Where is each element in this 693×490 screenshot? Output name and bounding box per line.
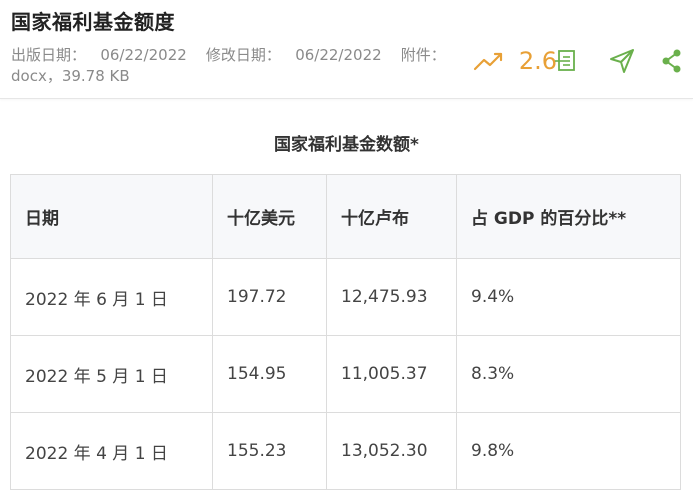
send-icon [610, 49, 634, 73]
attachment-label: 附件： [400, 46, 446, 64]
trend-button[interactable] [473, 46, 505, 76]
document-meta: 出版日期： 06/22/2022 修改日期： 06/22/2022 附件： doc… [11, 45, 446, 87]
modify-date-label: 修改日期： [205, 46, 281, 64]
header-gdp-share: 占 GDP 的百分比** [456, 174, 681, 259]
trend-icon [473, 52, 502, 71]
cell-date: 2022 年 4 月 1 日 [10, 412, 213, 490]
share-icon [662, 49, 681, 73]
share-button[interactable] [661, 48, 683, 74]
publish-date-label: 出版日期： [11, 46, 87, 64]
publish-date: 06/22/2022 [100, 46, 187, 64]
cell-date: 2022 年 6 月 1 日 [10, 258, 213, 336]
rating-score[interactable]: 2.6 [519, 47, 579, 75]
cell-rub: 12,475.93 [326, 258, 457, 336]
header-rub: 十亿卢布 [326, 174, 457, 259]
cell-rub: 13,052.30 [326, 412, 457, 490]
attachment-info: docx，39.78 KB [11, 67, 130, 85]
table-row: 2022 年 6 月 1 日 197.72 12,475.93 9.4% [10, 258, 681, 336]
table-row: 2022 年 4 月 1 日 155.23 13,052.30 9.8% [10, 412, 681, 490]
cell-gdp-share: 9.4% [456, 258, 681, 336]
cell-rub: 11,005.37 [326, 335, 457, 413]
action-bar: 2.6 [473, 46, 683, 76]
document-icon [555, 50, 575, 71]
header-date: 日期 [10, 174, 213, 259]
header-usd: 十亿美元 [212, 174, 327, 259]
cell-usd: 154.95 [212, 335, 327, 413]
cell-gdp-share: 8.3% [456, 335, 681, 413]
fund-table: 日期 十亿美元 十亿卢布 占 GDP 的百分比** 2022 年 6 月 1 日… [10, 174, 681, 490]
table-header-row: 日期 十亿美元 十亿卢布 占 GDP 的百分比** [10, 174, 681, 259]
cell-usd: 155.23 [212, 412, 327, 490]
cell-date: 2022 年 5 月 1 日 [10, 335, 213, 413]
modify-date: 06/22/2022 [295, 46, 382, 64]
article-header: 国家福利基金额度 出版日期： 06/22/2022 修改日期： 06/22/20… [0, 0, 693, 99]
score-value: 2.6 [518, 47, 557, 75]
cell-usd: 197.72 [212, 258, 327, 336]
table-caption: 国家福利基金数额* [274, 135, 419, 155]
cell-gdp-share: 9.8% [456, 412, 681, 490]
table-row: 2022 年 5 月 1 日 154.95 11,005.37 8.3% [10, 335, 681, 413]
page-title: 国家福利基金额度 [11, 10, 175, 34]
send-button[interactable] [607, 46, 637, 76]
